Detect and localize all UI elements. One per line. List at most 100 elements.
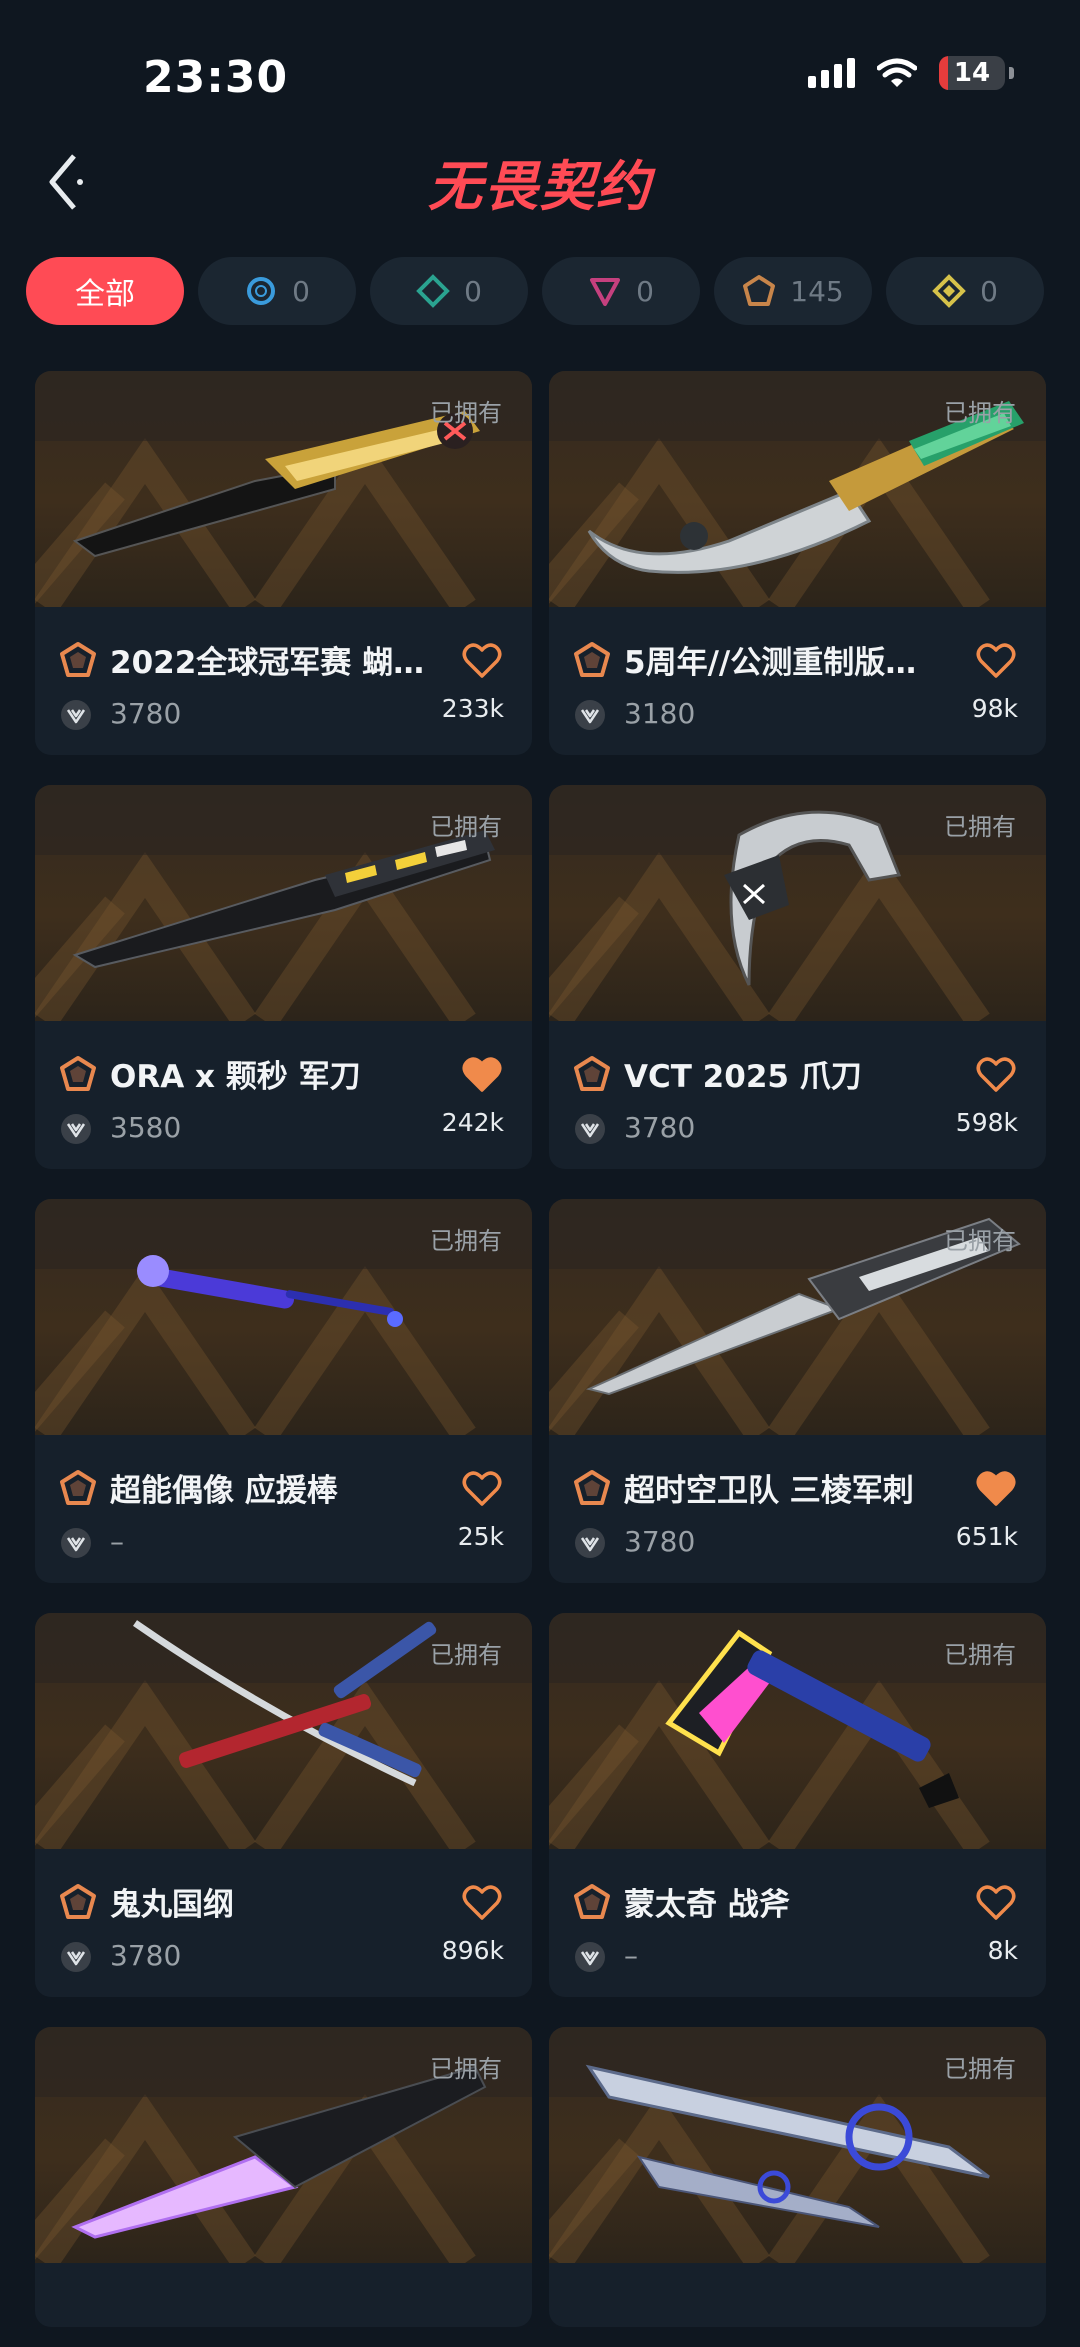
- favorite-heart-icon[interactable]: [462, 1471, 502, 1507]
- premium-tier-icon: [590, 278, 621, 306]
- skin-info: VCT 2025 爪刀 3780 598k: [549, 1021, 1046, 1169]
- owned-badge: 已拥有: [944, 813, 1016, 841]
- filter-chip-ultra[interactable]: 0: [886, 257, 1044, 325]
- skin-price: 3180: [624, 697, 696, 730]
- skin-price: –: [624, 1939, 638, 1972]
- skin-card[interactable]: 已拥有超能偶像 应援棒 – 25k: [35, 1199, 532, 1583]
- skin-price: 3580: [110, 1111, 182, 1144]
- filter-chip-label: 全部: [75, 277, 135, 312]
- skin-image: 已拥有: [35, 371, 532, 607]
- filter-chip-premium[interactable]: 0: [542, 257, 700, 325]
- skin-card[interactable]: 已拥有 蒙太奇 战斧 – 8k: [549, 1613, 1046, 1997]
- battery-icon: 14: [939, 56, 1005, 90]
- owned-badge: 已拥有: [430, 1641, 502, 1669]
- like-count: 233k: [441, 694, 504, 723]
- skin-price: 3780: [624, 1111, 696, 1144]
- skin-card[interactable]: 已拥有 VCT 2025 爪刀 3780 598k: [549, 785, 1046, 1169]
- filter-chip-exclusive[interactable]: 145: [714, 257, 872, 325]
- battery-level: 14: [953, 58, 991, 88]
- valorant-points-icon: [575, 1114, 605, 1144]
- battery-tip: [1009, 67, 1014, 79]
- skin-name: 2022全球冠军赛 蝴蝶刀: [110, 645, 440, 681]
- skin-info: 5周年//公测重制版… 3180 98k: [549, 607, 1046, 755]
- skin-info: ORA x 颗秒 军刀 3580 242k: [35, 1021, 532, 1169]
- skin-card[interactable]: 已拥有 超时空卫队 三棱军刺 3780 651k: [549, 1199, 1046, 1583]
- skin-price: 3780: [110, 697, 182, 730]
- favorite-heart-icon[interactable]: [976, 1885, 1016, 1921]
- exclusive-tier-icon: [743, 275, 776, 306]
- valorant-points-icon: [61, 1942, 91, 1972]
- skin-card[interactable]: 已拥有: [35, 2027, 532, 2327]
- favorite-heart-icon[interactable]: [976, 643, 1016, 679]
- valorant-points-icon: [61, 1114, 91, 1144]
- clock: 23:30: [143, 52, 289, 103]
- skin-info: 2022全球冠军赛 蝴蝶刀 3780 233k: [35, 607, 532, 755]
- skin-card[interactable]: 已拥有鬼丸国纲 3780 896k: [35, 1613, 532, 1997]
- skin-info: 超时空卫队 三棱军刺 3780 651k: [549, 1435, 1046, 1583]
- favorite-heart-icon[interactable]: [462, 643, 502, 679]
- exclusive-tier-icon: [574, 1470, 610, 1505]
- skin-info: 超能偶像 应援棒 – 25k: [35, 1435, 532, 1583]
- filter-chip-count: 0: [464, 274, 482, 308]
- owned-badge: 已拥有: [944, 2055, 1016, 2083]
- select-tier-icon: [247, 277, 276, 305]
- owned-badge: 已拥有: [430, 399, 502, 427]
- exclusive-tier-icon: [574, 1056, 610, 1091]
- exclusive-tier-icon: [574, 1884, 610, 1919]
- skin-image: 已拥有: [35, 2027, 532, 2263]
- like-count: 25k: [457, 1522, 504, 1551]
- valorant-points-icon: [575, 1942, 605, 1972]
- tier-filter-bar: 全部 0 0 0 145 0: [26, 257, 1056, 325]
- skin-image: 已拥有: [549, 1199, 1046, 1435]
- skin-grid: 已拥有 2022全球冠军赛 蝴蝶刀 3780 233k 已拥有 5周年//公测重制版… 31…: [35, 371, 1046, 2327]
- valorant-points-icon: [575, 700, 605, 730]
- exclusive-tier-icon: [574, 642, 610, 677]
- like-count: 651k: [955, 1522, 1018, 1551]
- skin-image: 已拥有: [549, 785, 1046, 1021]
- cellular-signal-icon: [808, 58, 855, 88]
- skin-name: ORA x 颗秒 军刀: [110, 1059, 361, 1095]
- like-count: 242k: [441, 1108, 504, 1137]
- page-title: 无畏契约: [428, 155, 652, 218]
- status-icons: 14: [808, 56, 1014, 90]
- favorite-heart-icon[interactable]: [462, 1057, 502, 1093]
- filter-chip-all[interactable]: 全部: [26, 257, 184, 325]
- skin-price: –: [110, 1525, 124, 1558]
- valorant-points-icon: [575, 1528, 605, 1558]
- wifi-icon: [877, 58, 917, 87]
- skin-card[interactable]: 已拥有 5周年//公测重制版… 3180 98k: [549, 371, 1046, 755]
- filter-chip-count: 0: [636, 274, 654, 308]
- filter-chip-deluxe[interactable]: 0: [370, 257, 528, 325]
- skin-name: 蒙太奇 战斧: [624, 1887, 790, 1923]
- filter-chip-select[interactable]: 0: [198, 257, 356, 325]
- like-count: 8k: [987, 1936, 1018, 1965]
- filter-chip-count: 0: [292, 274, 310, 308]
- skin-image: 已拥有: [35, 785, 532, 1021]
- filter-chip-count: 0: [980, 274, 998, 308]
- skin-price: 3780: [110, 1939, 182, 1972]
- favorite-heart-icon[interactable]: [976, 1057, 1016, 1093]
- skin-card[interactable]: 已拥有 2022全球冠军赛 蝴蝶刀 3780 233k: [35, 371, 532, 755]
- owned-badge: 已拥有: [430, 1227, 502, 1255]
- skin-image: 已拥有: [35, 1613, 532, 1849]
- filter-chip-count: 145: [790, 274, 844, 308]
- owned-badge: 已拥有: [430, 2055, 502, 2083]
- skin-image: 已拥有: [549, 371, 1046, 607]
- skin-name: 超时空卫队 三棱军刺: [624, 1473, 914, 1509]
- like-count: 598k: [955, 1108, 1018, 1137]
- valorant-points-icon: [61, 1528, 91, 1558]
- valorant-points-icon: [61, 700, 91, 730]
- skin-name: VCT 2025 爪刀: [624, 1059, 862, 1095]
- exclusive-tier-icon: [60, 1056, 96, 1091]
- exclusive-tier-icon: [60, 1884, 96, 1919]
- favorite-heart-icon[interactable]: [462, 1885, 502, 1921]
- skin-card[interactable]: 已拥有: [549, 2027, 1046, 2327]
- skin-card[interactable]: 已拥有 ORA x 颗秒 军刀 3580 242k: [35, 785, 532, 1169]
- skin-name: 鬼丸国纲: [110, 1887, 234, 1923]
- skin-info: 蒙太奇 战斧 – 8k: [549, 1849, 1046, 1997]
- deluxe-tier-icon: [416, 274, 450, 308]
- ultra-tier-icon: [932, 274, 966, 308]
- like-count: 896k: [441, 1936, 504, 1965]
- skin-name: 超能偶像 应援棒: [110, 1473, 338, 1509]
- favorite-heart-icon[interactable]: [976, 1471, 1016, 1507]
